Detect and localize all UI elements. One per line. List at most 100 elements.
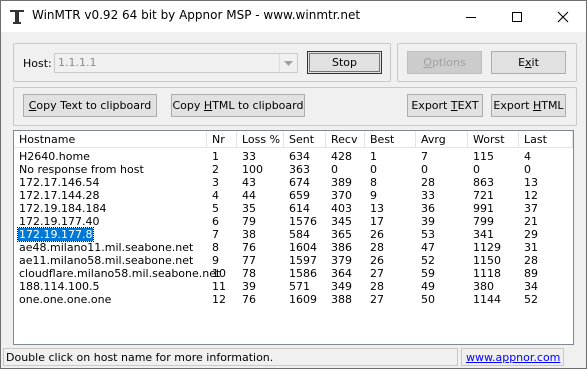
table-cell: 341 [473,228,494,241]
table-cell: 28 [524,254,538,267]
host-input[interactable]: 1.1.1.1 [58,56,96,69]
table-cell: 1604 [289,241,317,254]
table-cell: 0 [473,163,480,176]
table-row[interactable]: 172.19.177.8 7 38 584 365 26 53 341 29 [14,227,573,242]
table-cell: 0 [331,163,338,176]
table-row[interactable]: ae48.milano11.mil.seabone.net 8 76 1604 386 2… [14,241,573,254]
table-cell: 370 [331,189,352,202]
hostname-cell[interactable]: 188.114.100.5 [19,280,99,293]
hostname-cell[interactable]: ae48.milano11.mil.seabone.net [19,241,193,254]
table-cell: 28 [421,176,435,189]
table-cell: 386 [331,241,352,254]
column-header[interactable]: Nr [207,131,237,148]
table-row[interactable]: 172.17.146.54 3 43 674 389 8 28 863 13 [14,176,573,189]
table-cell: 364 [331,267,352,280]
stop-button[interactable]: Stop [307,51,382,74]
hostname-cell[interactable]: one.one.one.one [19,293,111,306]
status-message: Double click on host name for more infor… [6,351,274,364]
options-button[interactable]: Options [407,51,482,74]
table-cell: 12 [524,189,538,202]
host-dropdown-button[interactable] [279,54,297,72]
export-text-button[interactable]: Export TEXT [407,94,483,117]
table-cell: 43 [242,176,256,189]
table-cell: 49 [421,280,435,293]
hostname-cell[interactable]: 172.19.177.8 [16,227,95,242]
table-cell: 8 [212,241,219,254]
table-row[interactable]: one.one.one.one 12 76 1609 388 27 50 1144 52 [14,293,573,306]
table-cell: 584 [289,228,310,241]
table-cell: 76 [242,241,256,254]
minimize-icon [466,17,476,18]
table-cell: 380 [473,280,494,293]
column-header[interactable]: Sent [284,131,326,148]
hostname-cell[interactable]: 172.19.177.40 [19,215,99,228]
table-cell: 59 [421,267,435,280]
status-link-panel: www.appnor.com [461,348,564,366]
title-bar[interactable]: WinMTR v0.92 64 bit by Appnor MSP - www.… [1,1,586,32]
status-message-panel: Double click on host name for more infor… [3,348,458,366]
column-header[interactable]: Recv [326,131,365,148]
table-cell: 799 [473,215,494,228]
table-cell: 7 [421,150,428,163]
table-cell: 1576 [289,215,317,228]
table-cell: 47 [421,241,435,254]
table-cell: 634 [289,150,310,163]
table-row[interactable]: 188.114.100.5 11 39 571 349 28 49 380 34 [14,280,573,293]
hostname-cell[interactable]: No response from host [19,163,144,176]
table-cell: 0 [370,163,377,176]
column-header[interactable]: Worst [468,131,519,148]
table-cell: 3 [212,176,219,189]
table-cell: 571 [289,280,310,293]
table-cell: 78 [242,267,256,280]
hostname-cell[interactable]: ae11.milano58.mil.seabone.net [19,254,193,267]
close-icon [557,11,569,23]
table-row[interactable]: 172.19.177.40 6 79 1576 345 17 39 799 21 [14,215,573,228]
table-cell: 39 [242,280,256,293]
table-header: Hostname Nr Loss % Sent Recv Best Avrg W… [14,131,573,148]
table-cell: 52 [421,254,435,267]
table-cell: 33 [421,189,435,202]
table-cell: 17 [370,215,384,228]
table-row[interactable]: H2640.home 1 33 634 428 1 7 115 4 [14,150,573,163]
maximize-button[interactable] [494,1,540,32]
results-table[interactable]: Hostname Nr Loss % Sent Recv Best Avrg W… [13,130,574,345]
close-button[interactable] [540,1,586,32]
table-cell: 50 [421,293,435,306]
hostname-cell[interactable]: 172.17.146.54 [19,176,99,189]
table-row[interactable]: 172.19.184.184 5 35 614 403 13 36 991 37 [14,202,573,215]
table-cell: 89 [524,267,538,280]
hostname-cell[interactable]: cloudflare.milano58.mil.seabone.net [19,267,220,280]
table-cell: 44 [242,189,256,202]
table-cell: 76 [242,293,256,306]
hostname-cell[interactable]: 172.17.144.28 [19,189,99,202]
column-header[interactable]: Last [519,131,573,148]
table-cell: 659 [289,189,310,202]
hostname-cell[interactable]: H2640.home [19,150,90,163]
table-cell: 36 [421,202,435,215]
table-cell: 1609 [289,293,317,306]
column-header[interactable]: Best [365,131,416,148]
copy-text-button[interactable]: Copy Text to clipboard [23,94,157,117]
export-html-button[interactable]: Export HTML [491,94,566,117]
table-row[interactable]: No response from host 2 100 363 0 0 0 0 0 [14,163,573,176]
copy-html-button[interactable]: Copy HTML to clipboard [171,94,305,117]
table-cell: 1150 [473,254,501,267]
table-cell: 614 [289,202,310,215]
table-row[interactable]: 172.17.144.28 4 44 659 370 9 33 721 12 [14,189,573,202]
table-cell: 721 [473,189,494,202]
column-header[interactable]: Avrg [416,131,468,148]
host-label: Host: [23,57,52,70]
host-combobox[interactable]: 1.1.1.1 [54,53,298,73]
minimize-button[interactable] [448,1,494,32]
table-row[interactable]: ae11.milano58.mil.seabone.net 9 77 1597 379 2… [14,254,573,267]
exit-button[interactable]: Exit [491,51,566,74]
column-header[interactable]: Loss % [237,131,284,148]
maximize-icon [512,12,522,22]
column-header[interactable]: Hostname [14,131,207,148]
table-row[interactable]: cloudflare.milano58.mil.seabone.net 10 78 1… [14,267,573,280]
appnor-link[interactable]: www.appnor.com [466,351,560,364]
table-cell: 1144 [473,293,501,306]
hostname-cell[interactable]: 172.19.184.184 [19,202,106,215]
table-cell: 1597 [289,254,317,267]
table-cell: 21 [524,215,538,228]
